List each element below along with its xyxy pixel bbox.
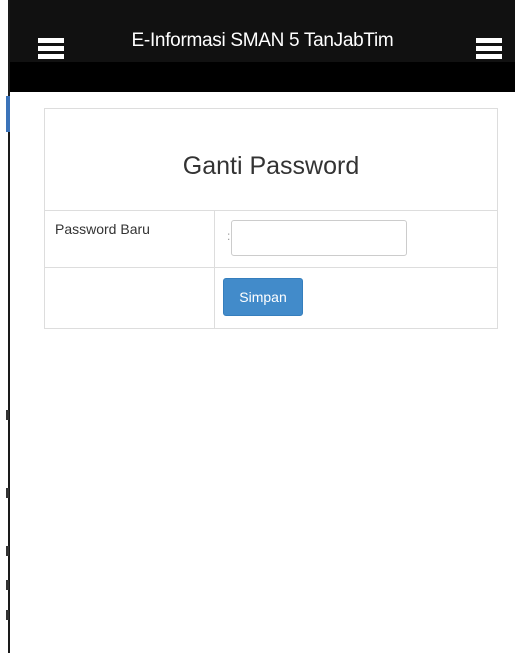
save-button[interactable]: Simpan xyxy=(223,278,303,316)
app-title: E-Informasi SMAN 5 TanJabTim xyxy=(131,30,394,51)
new-password-input[interactable] xyxy=(231,220,407,256)
action-cell: Simpan xyxy=(214,267,498,329)
empty-cell xyxy=(44,267,215,329)
left-edge-tick xyxy=(6,488,9,498)
hamburger-bar xyxy=(476,38,502,43)
new-password-cell: : xyxy=(214,210,498,268)
left-edge-tick xyxy=(6,546,9,556)
action-row: Simpan xyxy=(44,267,498,329)
field-separator: : xyxy=(227,229,231,243)
left-edge-tick xyxy=(6,580,9,590)
form-heading: Ganti Password xyxy=(44,108,498,211)
new-password-label: Password Baru xyxy=(44,210,215,268)
hamburger-bar xyxy=(476,54,502,59)
password-row: Password Baru : xyxy=(44,210,498,268)
hamburger-bar xyxy=(476,46,502,51)
form-heading-row: Ganti Password xyxy=(44,108,498,211)
hamburger-bar xyxy=(38,54,64,59)
page: E-Informasi SMAN 5 TanJabTim Ganti Passw… xyxy=(0,0,515,653)
change-password-form: Ganti Password Password Baru : Simpan xyxy=(44,108,498,329)
left-edge-tick xyxy=(6,410,9,420)
hamburger-menu-icon[interactable] xyxy=(476,38,502,60)
top-navbar: E-Informasi SMAN 5 TanJabTim xyxy=(10,0,515,92)
left-edge-tick xyxy=(6,610,9,620)
left-edge-accent xyxy=(6,96,10,132)
